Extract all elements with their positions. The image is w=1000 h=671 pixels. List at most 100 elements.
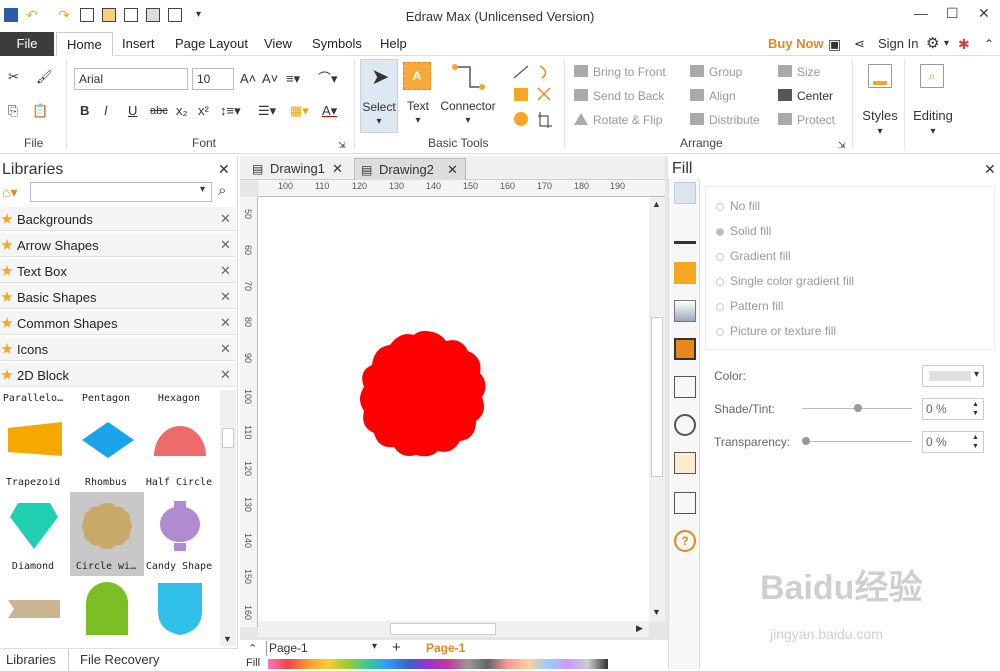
superscript-icon[interactable]: x² [198,104,209,118]
library-item[interactable]: Text Box ✕ [0,259,236,283]
bring-to-front-button[interactable]: Bring to Front [593,65,666,79]
tab-libraries[interactable]: Libraries [6,652,56,667]
close-icon[interactable]: ✕ [220,263,231,279]
connector-tool-icon[interactable] [450,62,486,92]
rectangle-tool-icon[interactable] [514,88,528,101]
crop-tool-icon[interactable] [538,112,552,128]
italic-icon[interactable]: I [104,104,108,118]
share-icon[interactable]: ⋖ [854,32,865,56]
library-item[interactable]: Arrow Shapes ✕ [0,233,236,257]
arrange-dialog-launcher-icon[interactable]: ⇲ [838,138,846,152]
collapse-pages-icon[interactable]: ⌃ [248,642,257,655]
trapezoid-shape[interactable] [6,420,64,460]
scroll-right-icon[interactable]: ▶ [636,623,643,634]
account-icon[interactable]: ▣ [828,32,841,56]
spinner-arrows-icon[interactable]: ▲ ▼ [972,433,979,451]
styles-button[interactable]: Styles [860,108,900,123]
comment-panel-icon[interactable] [674,492,696,514]
highlight-icon[interactable]: ▦▾ [290,104,309,118]
search-icon[interactable]: ⌕ [218,182,226,199]
close-icon[interactable]: ✕ [220,237,231,253]
subscript-icon[interactable]: x₂ [176,104,188,118]
radio-single-color-gradient[interactable] [716,278,724,286]
maximize-icon[interactable]: ☐ [946,5,959,22]
note-panel-icon[interactable] [674,452,696,474]
font-name-select[interactable]: Arial [74,68,188,90]
text-tool-icon[interactable]: A [403,62,431,90]
spinner-arrows-icon[interactable]: ▲ ▼ [972,400,979,418]
minimize-icon[interactable]: — [914,5,928,21]
buy-now-link[interactable]: Buy Now [768,32,824,56]
bullets-icon[interactable]: ☰▾ [258,104,276,118]
settings-dropdown-icon[interactable]: ▾ [944,32,949,56]
format-painter-icon[interactable]: 🖌 [36,70,53,84]
fill-panel-icon[interactable] [674,182,696,204]
scrollbar-thumb[interactable] [390,623,496,635]
line-tool-icon[interactable] [513,65,529,79]
tab-insert[interactable]: Insert [112,32,165,56]
library-item[interactable]: 2D Block ✕ [0,363,236,387]
half-circle-shape[interactable] [152,420,208,460]
library-scrollbar[interactable]: ▼ [220,390,236,646]
line-panel-icon[interactable] [674,222,696,244]
close-fill-panel-icon[interactable]: ✕ [984,161,996,178]
radio-solid-fill[interactable] [716,228,724,236]
close-tab-icon[interactable]: ✕ [332,158,343,180]
rhombus-shape[interactable] [80,420,136,460]
library-search-input[interactable] [30,182,212,202]
select-tool-button[interactable]: ➤ Select ▾ [360,59,398,133]
radio-gradient-fill[interactable] [716,253,724,261]
chevron-down-icon[interactable]: ▾ [860,126,900,137]
image-panel-icon[interactable] [674,300,696,322]
library-item[interactable]: Backgrounds ✕ [0,207,236,231]
radio-pattern-fill[interactable] [716,303,724,311]
close-icon[interactable]: ✕ [220,211,231,227]
add-page-icon[interactable]: + [392,639,401,656]
library-item[interactable]: Icons ✕ [0,337,236,361]
color-palette[interactable] [268,659,608,669]
slider-knob[interactable] [854,404,862,412]
circle-wavy-shape-on-canvas[interactable] [358,329,490,459]
scrollbar-thumb[interactable] [651,317,663,477]
tab-home[interactable]: Home [56,32,113,56]
sign-in-link[interactable]: Sign In [878,32,918,56]
close-icon[interactable]: ✕ [220,315,231,331]
close-libraries-icon[interactable]: ✕ [218,161,230,178]
document-tab[interactable]: ▤ Drawing1 ✕ [246,158,352,180]
page-panel-icon[interactable] [674,376,696,398]
tab-help[interactable]: Help [370,32,417,56]
ellipse-tool-icon[interactable] [514,112,528,126]
settings-gear-icon[interactable]: ⚙ [926,32,939,56]
shape-style-icon[interactable]: ⌒▾ [318,72,338,86]
rocket-shape[interactable] [6,594,64,624]
tab-symbols[interactable]: Symbols [302,32,372,56]
close-icon[interactable]: ✕ [220,289,231,305]
library-item[interactable]: Common Shapes ✕ [0,311,236,335]
distribute-button[interactable]: Distribute [709,113,760,127]
protect-button[interactable]: Protect [797,113,835,127]
globe-icon[interactable] [674,414,696,436]
layers-panel-icon[interactable] [674,338,696,360]
chevron-down-icon[interactable]: ▾ [200,184,205,195]
close-icon[interactable]: ✕ [220,341,231,357]
styles-icon[interactable] [868,64,892,88]
copy-icon[interactable]: ⎘ [8,104,18,118]
group-button[interactable]: Group [709,65,742,79]
editing-search-icon[interactable]: ⌕ [920,64,944,88]
underline-icon[interactable]: U [128,104,137,118]
transparency-slider[interactable] [802,441,912,442]
radio-no-fill[interactable] [716,203,724,211]
chevron-down-icon[interactable]: ▾ [436,115,500,126]
scroll-down-icon[interactable]: ▼ [223,634,232,644]
candy-shape[interactable] [156,499,204,553]
line-spacing-icon[interactable]: ↕≡▾ [220,104,241,118]
rotate-flip-button[interactable]: Rotate & Flip [593,113,662,127]
canvas-vertical-scrollbar[interactable]: ▲ ▼ [649,197,665,622]
color-picker[interactable]: ▾ [922,365,984,387]
cut-icon[interactable]: ✂ [8,70,19,84]
size-button[interactable]: Size [797,65,820,79]
banner-shape[interactable] [156,581,204,637]
align-button[interactable]: Align [709,89,736,103]
scroll-down-icon[interactable]: ▼ [652,607,661,617]
tab-file-recovery[interactable]: File Recovery [80,652,159,667]
